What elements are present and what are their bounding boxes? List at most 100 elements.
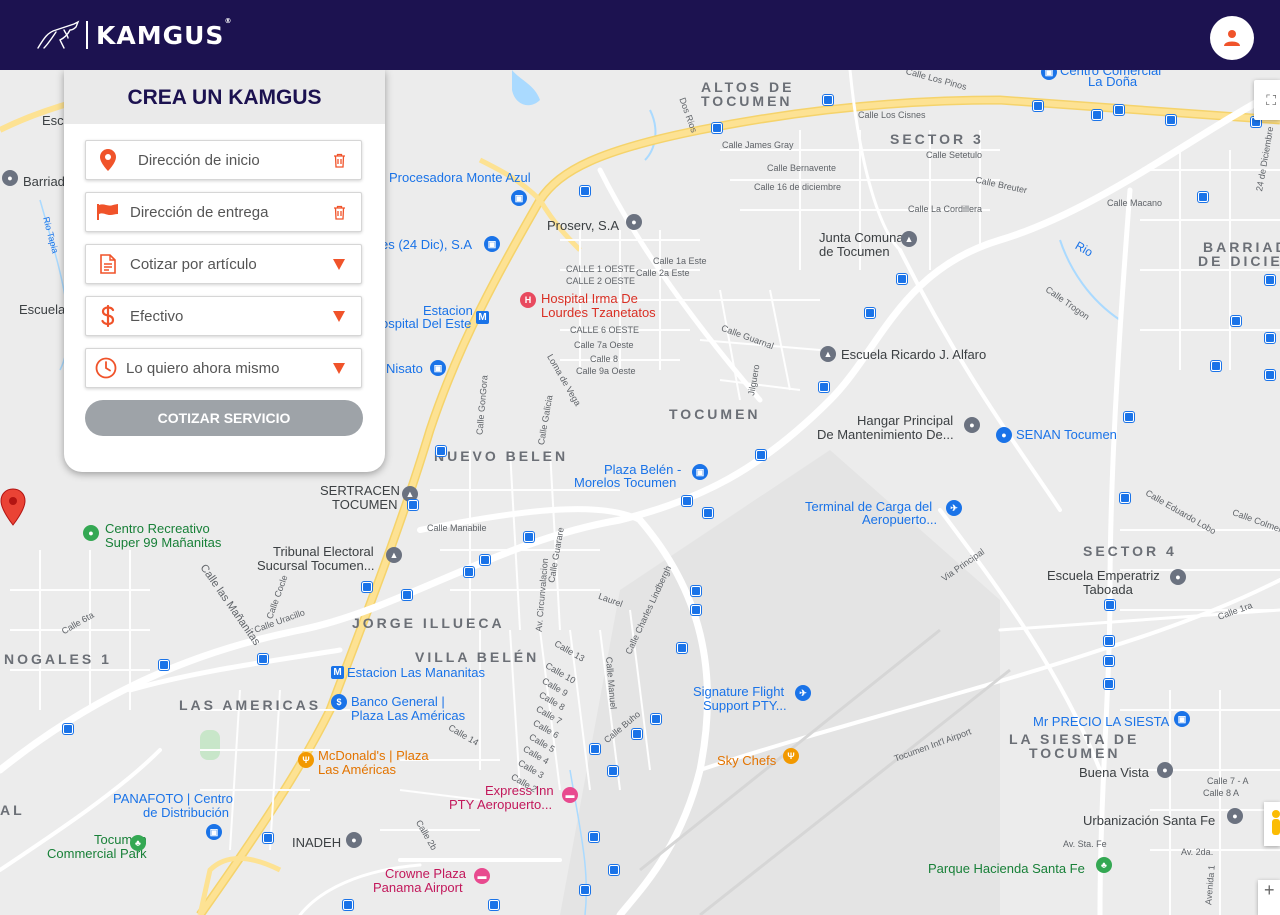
park-pin-icon[interactable]: ● — [83, 525, 99, 541]
shopping-pin-icon[interactable]: ▣ — [511, 190, 527, 206]
poi-label[interactable]: es (24 Dic), S.A — [381, 238, 472, 252]
poi-label[interactable]: Taboada — [1083, 583, 1133, 597]
delivery-address-field[interactable]: Dirección de entrega — [85, 192, 362, 232]
bus-stop-icon[interactable] — [436, 446, 446, 456]
bus-stop-icon[interactable] — [1124, 412, 1134, 422]
poi-label[interactable]: Hospital Irma De — [541, 292, 638, 306]
bus-stop-icon[interactable] — [263, 833, 273, 843]
bus-stop-icon[interactable] — [1265, 370, 1275, 380]
poi-label[interactable]: Morelos Tocumen — [574, 476, 676, 490]
place-pin-icon[interactable]: ● — [964, 417, 980, 433]
restaurant-pin-icon[interactable]: Ψ — [783, 748, 799, 764]
bus-stop-icon[interactable] — [524, 532, 534, 542]
delivery-address-input[interactable]: Dirección de entrega — [130, 204, 317, 221]
bus-stop-icon[interactable] — [590, 744, 600, 754]
poi-label[interactable]: Hangar Principal — [857, 414, 953, 428]
location-marker-icon[interactable] — [0, 488, 26, 526]
place-pin-icon[interactable]: ● — [626, 214, 642, 230]
poi-label[interactable]: Escuela Ricardo J. Alfaro — [841, 348, 986, 362]
place-pin-icon[interactable]: ● — [1227, 808, 1243, 824]
metro-station-icon[interactable]: M — [476, 311, 489, 324]
poi-label[interactable]: Las Américas — [318, 763, 396, 777]
poi-label[interactable]: Sucursal Tocumen... — [257, 559, 375, 573]
poi-label[interactable]: La Doña — [1088, 75, 1137, 89]
bus-stop-icon[interactable] — [343, 900, 353, 910]
poi-label[interactable]: Mr PRECIO LA SIESTA — [1033, 715, 1169, 729]
poi-label[interactable]: de Tocumen — [819, 245, 890, 259]
place-pin-icon[interactable]: ● — [1170, 569, 1186, 585]
bus-stop-icon[interactable] — [1265, 333, 1275, 343]
poi-label[interactable]: INADEH — [292, 836, 341, 850]
hotel-pin-icon[interactable]: ▬ — [474, 868, 490, 884]
airport-pin-icon[interactable]: ✈ — [795, 685, 811, 701]
bus-stop-icon[interactable] — [756, 450, 766, 460]
shopping-pin-icon[interactable]: ▣ — [484, 236, 500, 252]
bus-stop-icon[interactable] — [1104, 679, 1114, 689]
hospital-pin-icon[interactable]: H — [520, 292, 536, 308]
bus-stop-icon[interactable] — [682, 496, 692, 506]
place-pin-icon[interactable]: ● — [1157, 762, 1173, 778]
bus-stop-icon[interactable] — [159, 660, 169, 670]
poi-label[interactable]: Panama Airport — [373, 881, 463, 895]
bus-stop-icon[interactable] — [1166, 115, 1176, 125]
bus-stop-icon[interactable] — [258, 654, 268, 664]
poi-label[interactable]: Proserv, S.A — [547, 219, 619, 233]
trash-icon[interactable] — [317, 153, 361, 168]
bus-stop-icon[interactable] — [1104, 656, 1114, 666]
poi-label[interactable]: Support PTY... — [703, 699, 787, 713]
poi-label[interactable]: Escuela — [19, 303, 65, 317]
zoom-in-button[interactable]: + — [1258, 880, 1280, 915]
bus-stop-icon[interactable] — [823, 95, 833, 105]
shopping-cart-pin-icon[interactable]: ▣ — [1174, 711, 1190, 727]
poi-label[interactable]: Banco General | — [351, 695, 445, 709]
poi-label[interactable]: Procesadora Monte Azul — [389, 171, 531, 185]
place-pin-icon[interactable]: ● — [346, 832, 362, 848]
poi-label[interactable]: SENAN Tocumen — [1016, 428, 1117, 442]
poi-label[interactable]: Barriad — [23, 175, 65, 189]
bus-stop-icon[interactable] — [580, 885, 590, 895]
poi-label[interactable]: Esc — [42, 114, 64, 128]
bus-stop-icon[interactable] — [1104, 636, 1114, 646]
poi-label[interactable]: Commercial Park — [47, 847, 147, 861]
government-pin-icon[interactable]: ▲ — [386, 547, 402, 563]
bus-stop-icon[interactable] — [1211, 361, 1221, 371]
poi-label[interactable]: Sky Chefs — [717, 754, 776, 768]
payment-method-select[interactable]: Efectivo — [85, 296, 362, 336]
bus-stop-icon[interactable] — [897, 274, 907, 284]
bus-stop-icon[interactable] — [408, 500, 418, 510]
hotel-pin-icon[interactable]: ▬ — [562, 787, 578, 803]
bus-stop-icon[interactable] — [632, 729, 642, 739]
shopping-pin-icon[interactable]: ▣ — [692, 464, 708, 480]
poi-label[interactable]: Lourdes Tzanetatos — [541, 306, 656, 320]
poi-label[interactable]: PANAFOTO | Centro — [113, 792, 233, 806]
shopping-pin-icon[interactable]: ▣ — [206, 824, 222, 840]
poi-label[interactable]: Nisato — [386, 362, 423, 376]
bus-stop-icon[interactable] — [1265, 275, 1275, 285]
quote-service-button[interactable]: COTIZAR SERVICIO — [85, 400, 363, 436]
bus-stop-icon[interactable] — [1198, 192, 1208, 202]
bus-stop-icon[interactable] — [712, 123, 722, 133]
bus-stop-icon[interactable] — [691, 586, 701, 596]
restaurant-pin-icon[interactable]: Ψ — [298, 752, 314, 768]
government-pin-icon[interactable]: ▲ — [901, 231, 917, 247]
poi-label[interactable]: Buena Vista — [1079, 766, 1149, 780]
school-pin-icon[interactable]: ▲ — [820, 346, 836, 362]
bus-stop-icon[interactable] — [819, 382, 829, 392]
shopping-pin-icon[interactable]: ▣ — [430, 360, 446, 376]
bank-pin-icon[interactable]: $ — [331, 694, 347, 710]
poi-label[interactable]: PTY Aeropuerto... — [449, 798, 552, 812]
brand-logo[interactable]: KAMGUS® — [34, 17, 232, 52]
poi-label[interactable]: Parque Hacienda Santa Fe — [928, 862, 1085, 876]
bus-stop-icon[interactable] — [1114, 105, 1124, 115]
bus-stop-icon[interactable] — [651, 714, 661, 724]
poi-label[interactable]: ospital Del Este — [381, 317, 471, 331]
poi-label[interactable]: Estacion Las Mananitas — [347, 666, 485, 680]
bus-stop-icon[interactable] — [703, 508, 713, 518]
park-pin-icon[interactable]: ♣ — [130, 835, 146, 851]
trash-icon[interactable] — [317, 205, 361, 220]
poi-label[interactable]: Plaza Las Américas — [351, 709, 465, 723]
start-address-input[interactable]: Dirección de inicio — [130, 152, 317, 169]
park-pin-icon[interactable]: ♣ — [1096, 857, 1112, 873]
poi-label[interactable]: de Distribución — [143, 806, 229, 820]
bus-stop-icon[interactable] — [865, 308, 875, 318]
